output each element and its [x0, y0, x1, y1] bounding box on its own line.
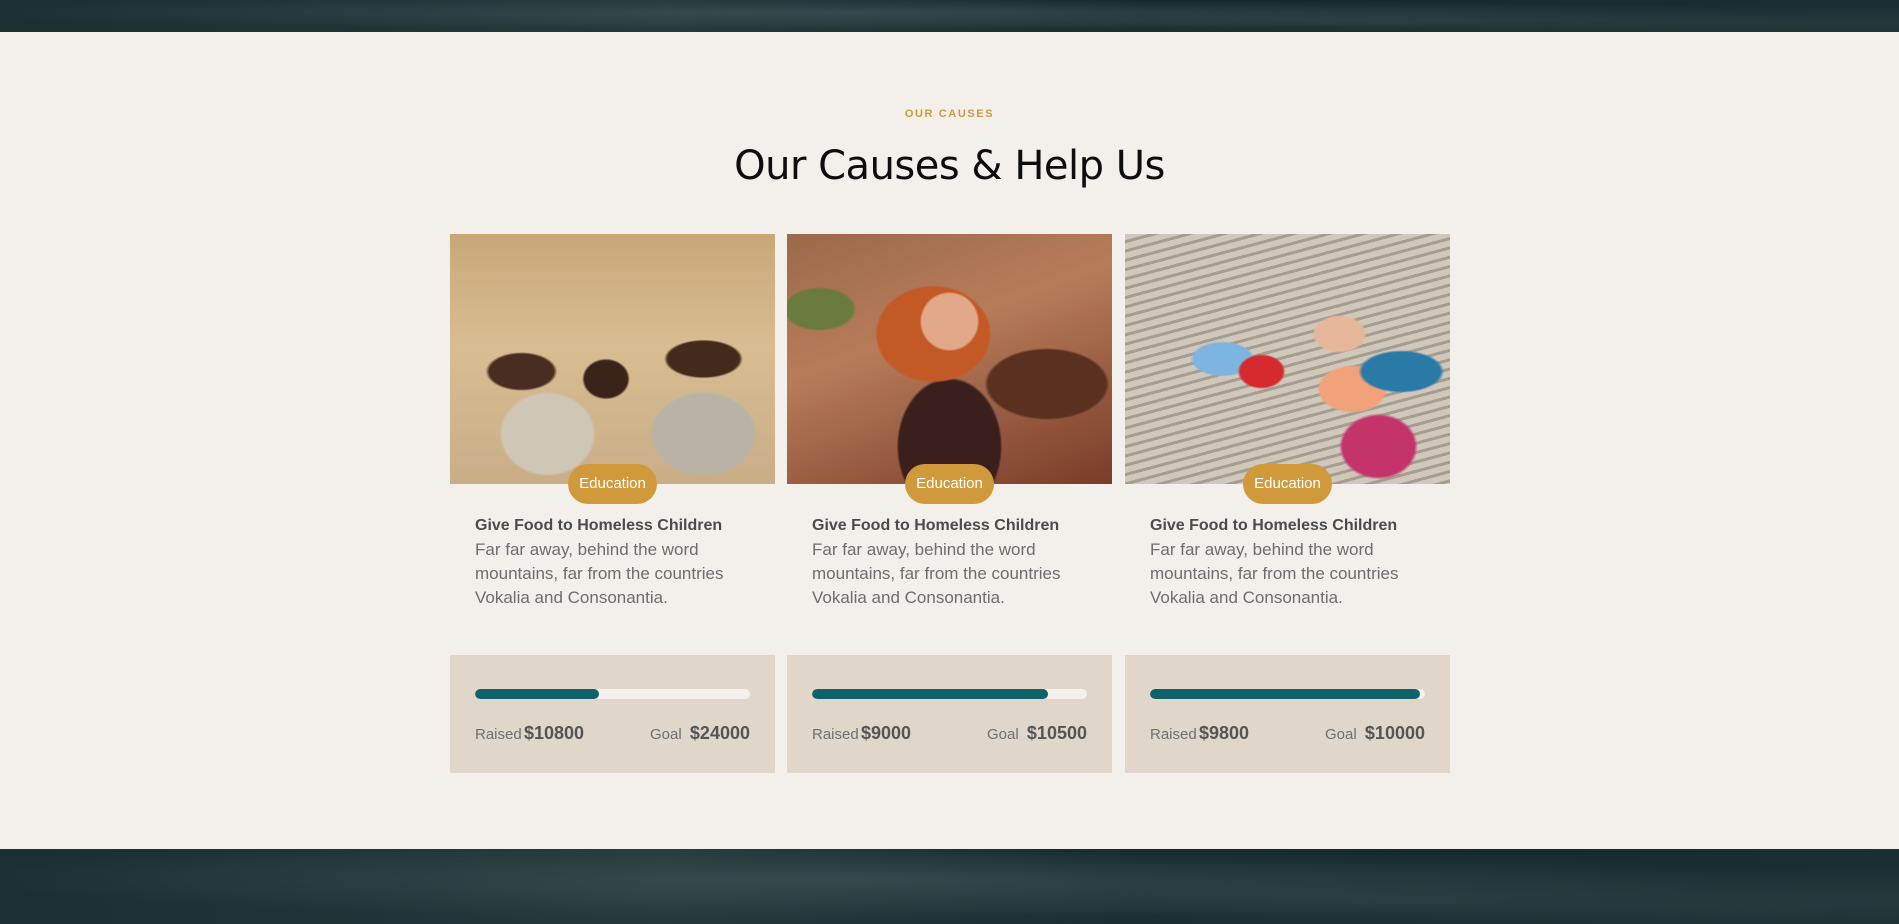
donation-stats: Raised $9800 Goal $10000 — [1125, 655, 1450, 773]
section-title: Our Causes & Help Us — [734, 143, 1165, 189]
donation-stats: Raised $10800 Goal $24000 — [450, 655, 775, 773]
progress-bar — [475, 689, 750, 699]
progress-bar — [1150, 689, 1425, 699]
raised-amount: $9000 — [861, 723, 912, 743]
cause-card[interactable]: Education Give Food to Homeless Children… — [1125, 234, 1450, 774]
cause-card[interactable]: Education Give Food to Homeless Children… — [787, 234, 1112, 774]
cause-photo[interactable] — [1125, 234, 1450, 484]
goal-amount: $24000 — [689, 723, 750, 743]
raised-label: Raised — [475, 726, 522, 743]
hero-background-strip — [0, 0, 1899, 32]
cause-title[interactable]: Give Food to Homeless Children — [475, 516, 755, 536]
raised-amount: $9800 — [1199, 723, 1250, 743]
cause-title[interactable]: Give Food to Homeless Children — [812, 516, 1092, 536]
goal-amount: $10500 — [1026, 723, 1087, 743]
category-badge[interactable]: Education — [1243, 464, 1332, 504]
cause-card[interactable]: Education Give Food to Homeless Children… — [450, 234, 775, 774]
cause-title[interactable]: Give Food to Homeless Children — [1150, 516, 1430, 536]
progress-bar-fill — [812, 689, 1048, 699]
raised-amount: $10800 — [524, 723, 585, 743]
goal-label: Goal — [1325, 726, 1357, 743]
footer-background-strip — [0, 849, 1899, 924]
cause-description: Far far away, behind the word mountains,… — [1150, 540, 1399, 607]
cause-photo[interactable] — [787, 234, 1112, 484]
raised-label: Raised — [1150, 726, 1197, 743]
progress-bar-fill — [475, 689, 599, 699]
donation-stats: Raised $9000 Goal $10500 — [787, 655, 1112, 773]
cause-photo[interactable] — [450, 234, 775, 484]
cause-description: Far far away, behind the word mountains,… — [812, 540, 1061, 607]
category-badge[interactable]: Education — [568, 464, 657, 504]
progress-bar — [812, 689, 1087, 699]
goal-label: Goal — [650, 726, 682, 743]
raised-label: Raised — [812, 726, 859, 743]
progress-bar-fill — [1150, 689, 1420, 699]
goal-label: Goal — [987, 726, 1019, 743]
category-badge[interactable]: Education — [905, 464, 994, 504]
section-eyebrow: OUR CAUSES — [904, 108, 995, 120]
cause-description: Far far away, behind the word mountains,… — [475, 540, 724, 607]
goal-amount: $10000 — [1364, 723, 1425, 743]
